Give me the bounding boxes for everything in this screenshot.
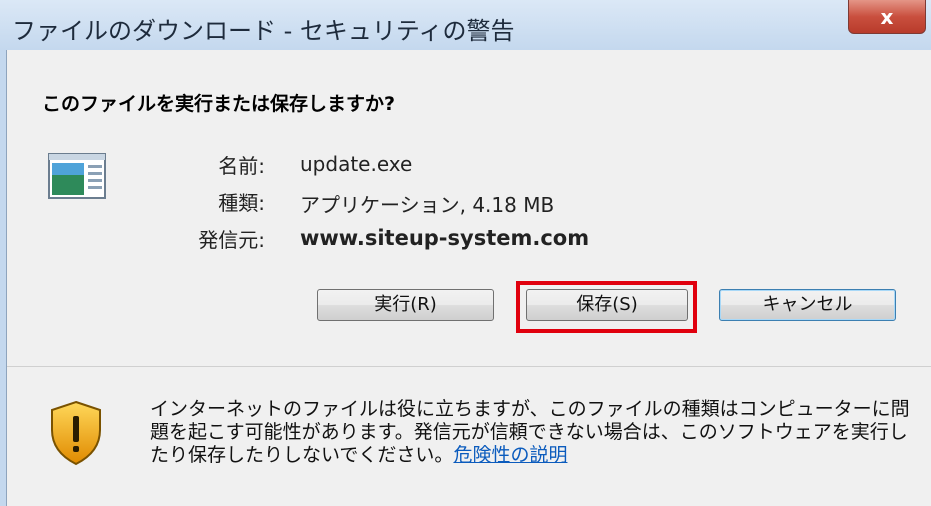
title-bar: ファイルのダウンロード - セキュリティの警告 x [0, 0, 931, 50]
risk-explanation-link[interactable]: 危険性の説明 [453, 444, 567, 466]
security-warning-text: インターネットのファイルは役に立ちますが、このファイルの種類はコンピューターに問… [150, 398, 920, 467]
from-label: 発信元: [198, 228, 265, 252]
type-label: 種類: [218, 191, 265, 215]
run-button[interactable]: 実行(R) [317, 289, 494, 321]
application-file-icon [48, 153, 106, 199]
file-type-value: アプリケーション, 4.18 MB [300, 193, 555, 217]
security-shield-icon [51, 400, 101, 466]
dialog-question: このファイルを実行または保存しますか? [42, 93, 396, 115]
close-button[interactable]: x [848, 0, 926, 34]
divider [7, 366, 931, 367]
name-label: 名前: [218, 154, 265, 178]
window-title: ファイルのダウンロード - セキュリティの警告 [12, 17, 515, 45]
save-highlight-box [516, 281, 697, 333]
file-source-value: www.siteup-system.com [300, 226, 590, 250]
cancel-button[interactable]: キャンセル [719, 289, 896, 321]
file-name-value: update.exe [300, 152, 413, 176]
